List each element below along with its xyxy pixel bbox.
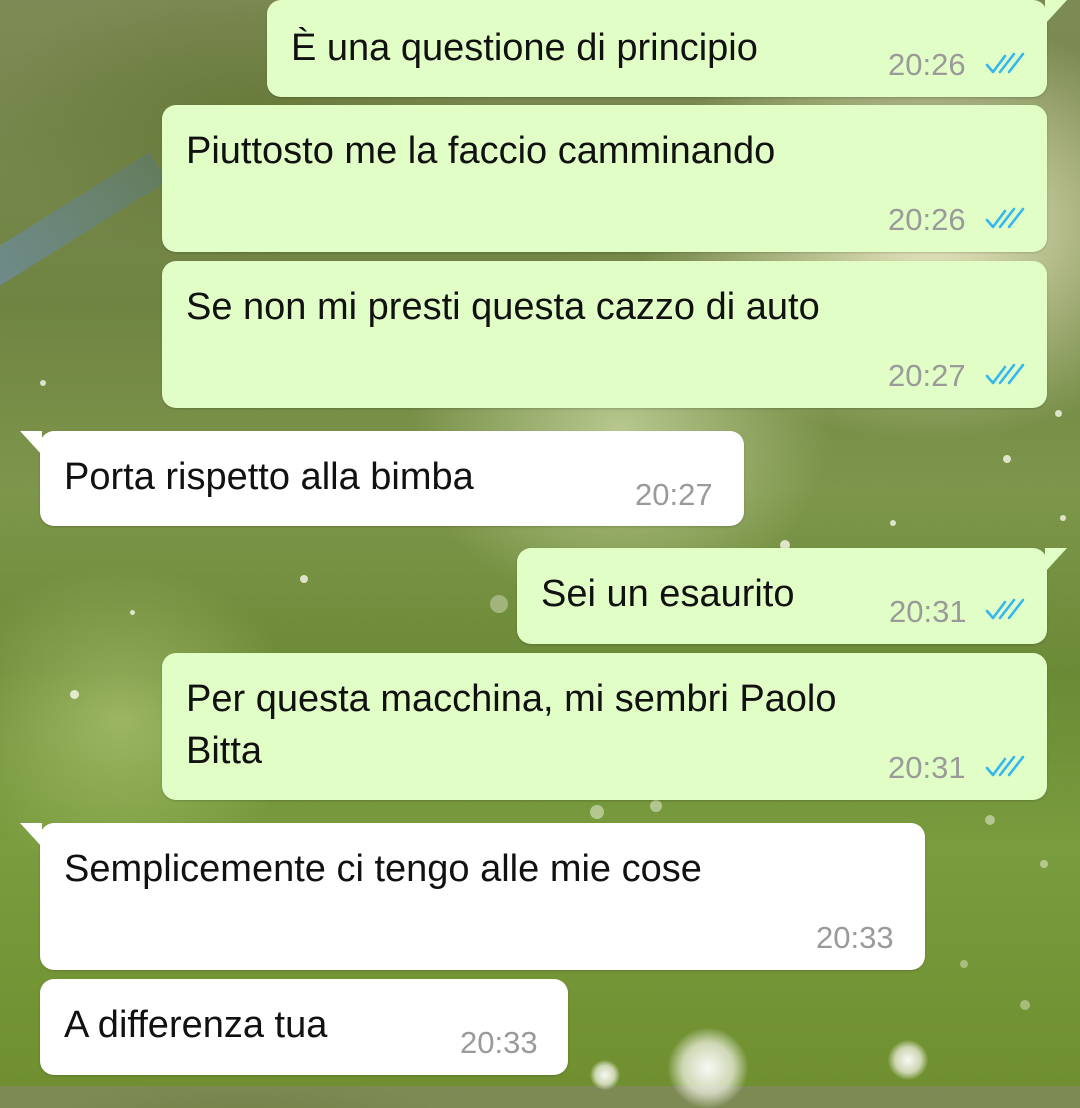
incoming-message[interactable]: Porta rispetto alla bimba 20:27 [20, 431, 744, 526]
outgoing-message[interactable]: Sei un esaurito 20:31 [517, 548, 1067, 644]
message-time: 20:26 [888, 202, 966, 237]
message-time: 20:31 [888, 750, 966, 785]
background-speck [1060, 515, 1066, 521]
background-speck [1040, 860, 1048, 868]
message-text: Sei un esaurito [541, 573, 795, 615]
outgoing-message[interactable]: Per questa macchina, mi sembri Paolo Bit… [162, 653, 1047, 800]
background-speck [490, 595, 508, 613]
message-text-line-1: Per questa macchina, mi sembri Paolo [186, 678, 837, 720]
message-text: È una questione di principio [291, 27, 758, 69]
bubble-tail [1045, 0, 1067, 24]
background-rail [0, 152, 168, 287]
message-time: 20:31 [889, 594, 967, 629]
background-speck [70, 690, 79, 699]
outgoing-message[interactable]: Piuttosto me la faccio camminando 20:26 [162, 105, 1047, 252]
background-speck [130, 610, 135, 615]
background-speck [985, 815, 995, 825]
double-check-read-icon [985, 598, 1025, 622]
message-time: 20:33 [816, 920, 894, 955]
message-time: 20:26 [888, 47, 966, 82]
message-text: Se non mi presti questa cazzo di auto [186, 286, 820, 328]
double-check-read-icon [985, 207, 1025, 231]
message-text: Semplicemente ci tengo alle mie cose [64, 848, 702, 890]
incoming-message[interactable]: Semplicemente ci tengo alle mie cose 20:… [20, 823, 925, 970]
background-speck [1003, 455, 1011, 463]
background-speck [890, 520, 896, 526]
background-speck [960, 960, 968, 968]
message-time: 20:27 [888, 358, 966, 393]
message-text: Piuttosto me la faccio camminando [186, 130, 776, 172]
bubble-tail [1045, 548, 1067, 572]
message-text-line-2: Bitta [186, 730, 263, 772]
double-check-read-icon [985, 52, 1025, 76]
background-speck [40, 380, 46, 386]
dandelion-flower [668, 1028, 748, 1108]
dandelion-flower [888, 1040, 928, 1080]
background-speck [650, 800, 662, 812]
outgoing-message[interactable]: Se non mi presti questa cazzo di auto 20… [162, 261, 1047, 408]
message-time: 20:27 [635, 477, 713, 512]
background-speck [590, 805, 604, 819]
double-check-read-icon [985, 755, 1025, 779]
message-text: A differenza tua [64, 1004, 328, 1046]
double-check-read-icon [985, 363, 1025, 387]
background-speck [300, 575, 308, 583]
message-text: Porta rispetto alla bimba [64, 456, 474, 498]
outgoing-message[interactable]: È una questione di principio 20:26 [267, 0, 1067, 97]
bubble-tail [20, 823, 42, 847]
incoming-message[interactable]: A differenza tua 20:33 [40, 979, 568, 1075]
bubble-tail [20, 431, 42, 455]
background-speck [1055, 410, 1062, 417]
background-speck [1020, 1000, 1030, 1010]
message-time: 20:33 [460, 1025, 538, 1060]
